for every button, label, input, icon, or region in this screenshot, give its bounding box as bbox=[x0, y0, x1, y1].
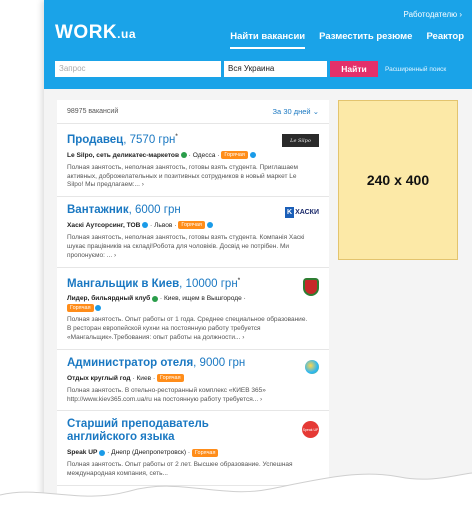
vacancy-title[interactable]: Вантажник, 6000 грн bbox=[67, 204, 319, 217]
student-icon bbox=[206, 222, 213, 229]
logo-tld: .ua bbox=[117, 27, 136, 41]
search-bar: Запрос Вся Украина Найти Расширенный пои… bbox=[55, 61, 446, 77]
company-logo[interactable]: K ХАСКИ bbox=[285, 207, 319, 219]
city: Киев, ищем в Вышгороде bbox=[163, 295, 242, 303]
ad-placeholder[interactable]: 240 x 400 bbox=[338, 100, 458, 260]
nav-reactor[interactable]: Реактор bbox=[426, 31, 464, 49]
results-panel: 98975 вакансий За 30 дней ⌄ Продавец, 75… bbox=[57, 100, 329, 509]
vacancy-card: Вантажник, 6000 грн Хаскі Аутсорсинг, ТО… bbox=[57, 197, 329, 268]
vacancy-description: Полная занятость. В отельно-ресторанный … bbox=[67, 386, 266, 403]
verified-icon bbox=[180, 152, 187, 159]
company-name[interactable]: Отдых круглый год bbox=[67, 375, 131, 382]
page: WORK.ua Работодателю › Найти вакансии Ра… bbox=[44, 0, 472, 509]
verified-icon bbox=[152, 295, 159, 302]
city: Львов bbox=[154, 222, 173, 230]
student-icon bbox=[249, 152, 256, 159]
vacancy-card: Мангальщик в Киев, 10000 грн* Лидер, бил… bbox=[57, 268, 329, 350]
vacancy-meta: Хаскі Аутсорсинг, ТОВ · Львов · Горячая bbox=[67, 221, 319, 230]
verified-icon bbox=[142, 222, 149, 229]
vacancy-meta: Лидер, бильярдный клуб · Киев, ищем в Вы… bbox=[67, 295, 246, 312]
employers-link[interactable]: Работодателю › bbox=[404, 10, 462, 19]
period-dropdown[interactable]: За 30 дней ⌄ bbox=[273, 107, 319, 116]
company-name[interactable]: Хаскі Аутсорсинг, ТОВ bbox=[67, 222, 140, 229]
results-count: 98975 вакансий bbox=[67, 108, 119, 115]
logo[interactable]: WORK.ua bbox=[55, 22, 136, 44]
vacancy-description: Полная занятость, неполная занятость, го… bbox=[67, 163, 299, 189]
main-nav: Найти вакансии Разместить резюме Реактор bbox=[230, 31, 464, 49]
vacancy-description: Полная занятость, неполная занятость, го… bbox=[67, 234, 305, 259]
hot-badge: Горячая bbox=[178, 221, 205, 230]
shield-logo-icon bbox=[303, 277, 319, 296]
hot-badge: Горячая bbox=[157, 374, 184, 383]
vacancy-title[interactable]: Мангальщик в Киев, 10000 грн* bbox=[67, 275, 319, 291]
search-input[interactable]: Запрос bbox=[55, 61, 221, 77]
hot-badge: Горячая bbox=[221, 151, 248, 160]
results-header: 98975 вакансий За 30 дней ⌄ bbox=[57, 100, 329, 124]
company-logo[interactable]: Le Silpo bbox=[282, 134, 319, 147]
torn-paper-edge bbox=[0, 472, 472, 509]
vacancy-card: Администратор отеля, 9000 грн Отдых круг… bbox=[57, 350, 329, 412]
logo-main: WORK bbox=[55, 22, 118, 43]
vacancy-title[interactable]: Старший преподаватель английского языка bbox=[67, 418, 319, 444]
company-logo[interactable] bbox=[305, 359, 319, 374]
hot-badge: Горячая bbox=[67, 303, 94, 312]
vacancy-title[interactable]: Администратор отеля, 9000 грн bbox=[67, 357, 319, 370]
region-field[interactable]: Вся Украина bbox=[224, 61, 327, 77]
city: Киев bbox=[136, 374, 152, 382]
vacancy-meta: Отдых круглый год · Киев · Горячая bbox=[67, 374, 319, 383]
city: Одесса bbox=[192, 151, 216, 159]
speakup-logo: Speak UP bbox=[302, 421, 319, 439]
lesilpo-logo: Le Silpo bbox=[282, 134, 319, 147]
student-icon bbox=[95, 304, 102, 311]
find-button[interactable]: Найти bbox=[330, 61, 378, 77]
company-name[interactable]: Le Silpo, сеть деликатес-маркетов bbox=[67, 152, 179, 159]
advanced-search-link[interactable]: Расширенный поиск bbox=[385, 66, 446, 73]
globe-logo-icon bbox=[305, 359, 319, 374]
company-logo[interactable] bbox=[303, 277, 319, 296]
company-logo[interactable]: Speak UP bbox=[302, 421, 319, 439]
haski-logo: K ХАСКИ bbox=[285, 207, 319, 219]
nav-find-vacancies[interactable]: Найти вакансии bbox=[230, 31, 306, 49]
vacancy-card: Продавец, 7570 грн* Le Silpo, сеть делик… bbox=[57, 124, 329, 198]
header: WORK.ua Работодателю › Найти вакансии Ра… bbox=[44, 0, 472, 89]
vacancy-description: Полная занятость. Опыт работы от 1 года.… bbox=[67, 316, 308, 342]
vacancy-meta: Le Silpo, сеть деликатес-маркетов · Одес… bbox=[67, 151, 319, 160]
company-name[interactable]: Лидер, бильярдный клуб bbox=[67, 295, 150, 302]
nav-post-resume[interactable]: Разместить резюме bbox=[319, 31, 412, 49]
